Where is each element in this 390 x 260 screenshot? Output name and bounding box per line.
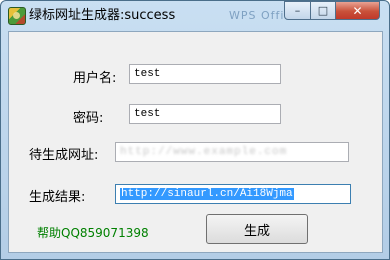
app-window: 绿标网址生成器:success WPS Office – □ ✕ 用户名: te… — [0, 0, 390, 260]
result-input-value: http://sinaurl.cn/Ai18Wjma — [120, 188, 294, 200]
maximize-icon: □ — [317, 4, 329, 17]
url-input[interactable]: http://www.example.com — [115, 142, 349, 162]
window-title: 绿标网址生成器:success — [29, 8, 176, 23]
minimize-button[interactable]: – — [284, 1, 311, 20]
close-button[interactable]: ✕ — [335, 1, 380, 20]
result-label: 生成结果: — [29, 190, 86, 205]
maximize-button[interactable]: □ — [310, 1, 336, 20]
minimize-icon: – — [294, 4, 301, 17]
title-bar[interactable]: 绿标网址生成器:success WPS Office – □ ✕ — [1, 1, 389, 31]
password-label: 密码: — [73, 111, 104, 126]
result-input[interactable]: http://sinaurl.cn/Ai18Wjma — [115, 184, 351, 204]
generate-button[interactable]: 生成 — [206, 214, 308, 244]
username-input[interactable]: test — [129, 64, 281, 84]
url-label: 待生成网址: — [29, 148, 99, 163]
form-panel: 用户名: test 密码: test 待生成网址: http://www.exa… — [8, 31, 383, 253]
url-input-value: http://www.example.com — [120, 146, 288, 158]
password-input[interactable]: test — [129, 104, 281, 124]
app-logo-icon — [8, 7, 26, 25]
username-label: 用户名: — [73, 71, 117, 86]
help-contact-text: 帮助QQ859071398 — [37, 226, 149, 240]
close-icon: ✕ — [352, 3, 363, 18]
